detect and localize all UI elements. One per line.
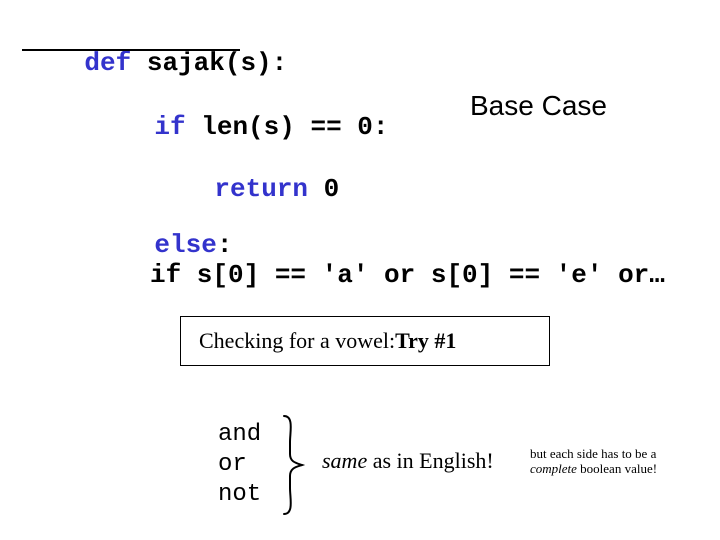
side-note: but each side has to be a complete boole… [530, 446, 705, 476]
if-rest: len(s) == 0: [186, 112, 389, 142]
else-rest: : [217, 230, 233, 260]
same-italic: same [322, 448, 367, 473]
sidenote-rest: boolean value! [577, 461, 657, 476]
checking-prefix: Checking for a vowel: [199, 328, 395, 354]
keyword-if: if [154, 112, 185, 142]
sidenote-italic: complete [530, 461, 577, 476]
base-case-label: Base Case [470, 90, 607, 122]
def-underline [22, 49, 240, 51]
keyword-def: def [84, 48, 131, 78]
code-inner-if: if s[0] == 'a' or s[0] == 'e' or… [150, 260, 665, 290]
return-rest: 0 [308, 174, 339, 204]
same-rest: as in English! [367, 448, 494, 473]
keyword-else: else [154, 230, 216, 260]
checking-box: Checking for a vowel: Try #1 [180, 316, 550, 366]
boolean-ops: and or not [218, 420, 261, 510]
slide: def sajak(s): if len(s) == 0: return 0 e… [0, 0, 720, 540]
sidenote-line1: but each side has to be a [530, 446, 656, 461]
same-as-english: same as in English! [322, 448, 494, 474]
def-rest: sajak(s): [131, 48, 287, 78]
curly-brace-icon [278, 414, 308, 516]
checking-bold: Try #1 [395, 328, 456, 354]
